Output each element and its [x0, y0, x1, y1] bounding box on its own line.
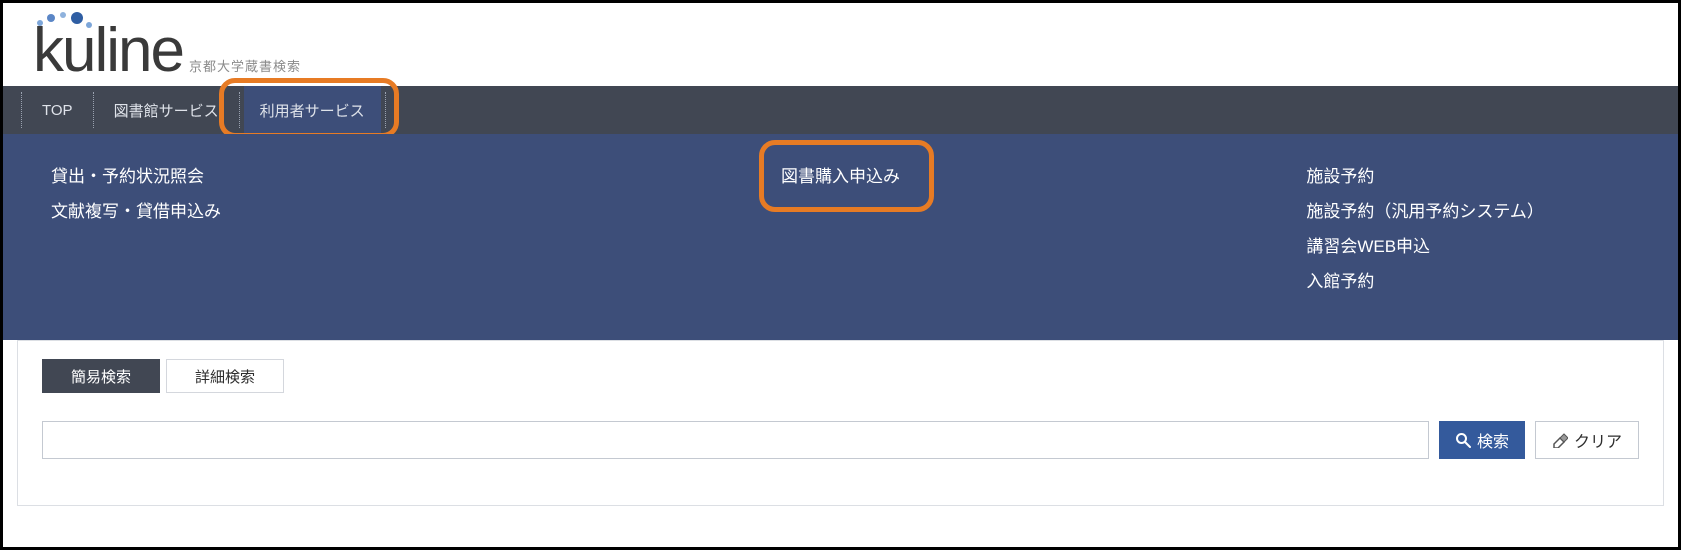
user-service-dropdown: 貸出・予約状況照会 文献複写・貸借申込み 図書購入申込み 施設予約 施設予約（汎…	[3, 134, 1678, 340]
search-icon	[1455, 432, 1471, 448]
link-seminar-web[interactable]: 講習会WEB申込	[1304, 230, 1546, 259]
search-input[interactable]	[42, 421, 1429, 459]
logo-subtitle: 京都大学蔵書検索	[189, 61, 301, 78]
link-entry-reserve[interactable]: 入館予約	[1304, 265, 1546, 294]
eraser-icon	[1552, 432, 1568, 448]
clear-button[interactable]: クリア	[1535, 421, 1639, 459]
search-button-label: 検索	[1477, 428, 1509, 452]
link-purchase-request[interactable]: 図書購入申込み	[779, 160, 902, 189]
clear-button-label: クリア	[1574, 428, 1622, 452]
tab-advanced-search[interactable]: 詳細検索	[166, 359, 284, 393]
link-copy-ill-request[interactable]: 文献複写・貸借申込み	[49, 195, 577, 224]
dropdown-col-left: 貸出・予約状況照会 文献複写・貸借申込み	[49, 160, 577, 294]
dropdown-col-mid: 図書購入申込み	[779, 160, 902, 189]
search-panel: 簡易検索 詳細検索 検索 クリア	[17, 340, 1664, 506]
nav-item-user-service[interactable]: 利用者サービス	[244, 86, 381, 134]
link-facility-reserve-general[interactable]: 施設予約（汎用予約システム）	[1304, 195, 1546, 224]
link-loan-reserve-status[interactable]: 貸出・予約状況照会	[49, 160, 577, 189]
link-facility-reserve[interactable]: 施設予約	[1304, 160, 1546, 189]
site-logo[interactable]: kuline 京都大学蔵書検索	[3, 3, 1678, 86]
search-tabs: 簡易検索 詳細検索	[42, 359, 1639, 393]
dropdown-col-right: 施設予約 施設予約（汎用予約システム） 講習会WEB申込 入館予約	[1104, 160, 1546, 294]
tab-simple-search[interactable]: 簡易検索	[42, 359, 160, 393]
top-nav: TOP 図書館サービス 利用者サービス	[3, 86, 1678, 134]
logo-text: kuline	[33, 25, 183, 78]
search-button[interactable]: 検索	[1439, 421, 1525, 459]
nav-item-top[interactable]: TOP	[26, 86, 89, 134]
nav-item-library-service[interactable]: 図書館サービス	[98, 86, 235, 134]
